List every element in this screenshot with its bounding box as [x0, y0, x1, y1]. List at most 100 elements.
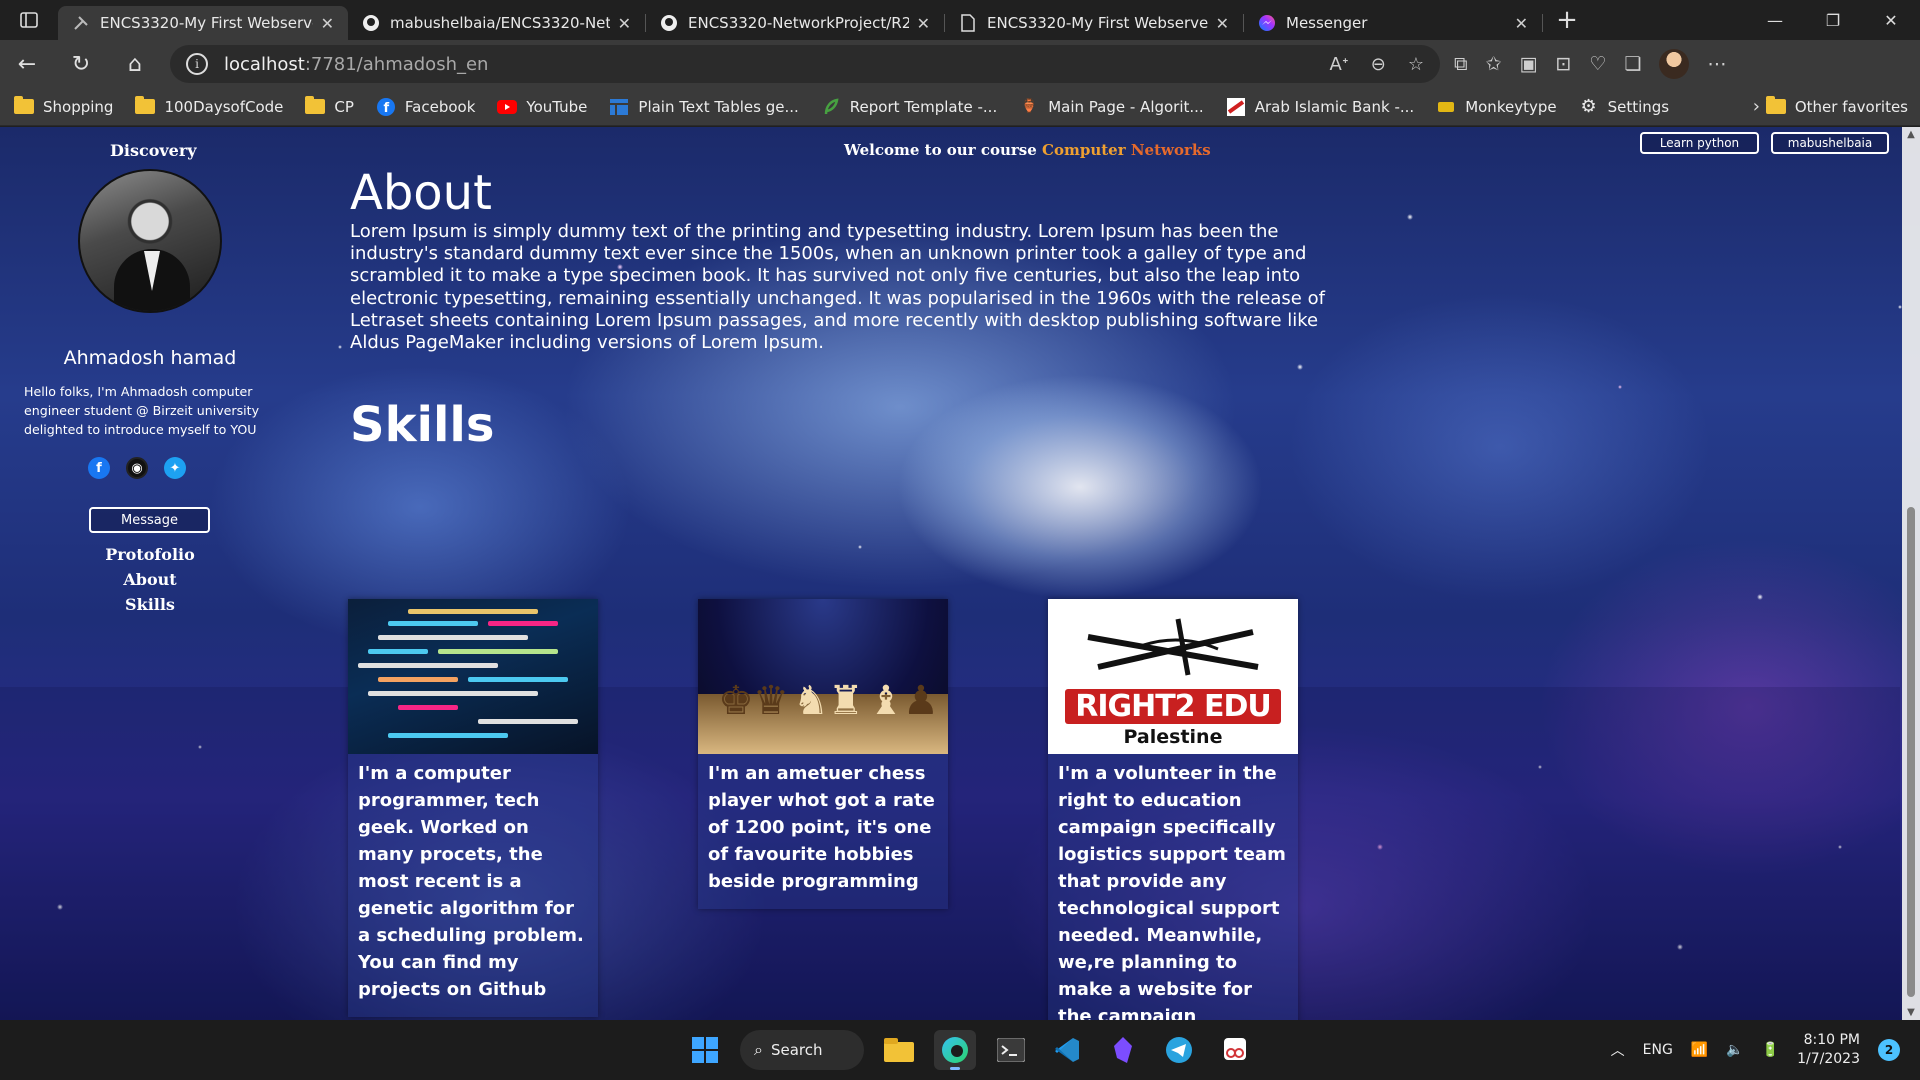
workspaces-icon[interactable]: ❏: [1624, 53, 1641, 75]
home-icon[interactable]: ⌂: [108, 40, 162, 88]
scroll-up-icon[interactable]: ▲: [1902, 129, 1920, 140]
about-heading: About: [350, 165, 492, 221]
file-explorer-icon[interactable]: [878, 1030, 920, 1070]
close-window-icon[interactable]: ✕: [1862, 0, 1920, 40]
page-icon: [959, 14, 977, 32]
tab-github-repo[interactable]: mabushelbaia/ENCS3320-Netwo ✕: [348, 6, 645, 40]
bookmark-youtube[interactable]: YouTube: [497, 98, 587, 116]
snipping-tool-icon[interactable]: [1214, 1030, 1256, 1070]
new-tab-icon[interactable]: +: [1547, 0, 1587, 40]
zoom-out-icon[interactable]: ⊖: [1371, 54, 1386, 75]
tab-actions-icon[interactable]: [0, 0, 58, 40]
skills-heading: Skills: [350, 397, 495, 453]
skill-card-text: I'm a computer programmer, tech geek. Wo…: [358, 763, 584, 1000]
clock[interactable]: 8:10 PM 1/7/2023: [1797, 1031, 1860, 1069]
bookmark-arab-islamic-bank[interactable]: Arab Islamic Bank -...: [1226, 97, 1415, 116]
address-bar[interactable]: i localhost :7781/ahmadosh_en Aᐩ ⊖ ☆: [170, 45, 1440, 83]
vscode-icon[interactable]: [1046, 1030, 1088, 1070]
bookmark-100daysofcode[interactable]: 100DaysofCode: [135, 96, 284, 116]
extensions-icon[interactable]: ⧉: [1454, 53, 1468, 75]
bookmark-algorithmica[interactable]: 🏺 Main Page - Algorit...: [1019, 98, 1204, 116]
collections-icon[interactable]: ▣: [1520, 53, 1538, 75]
clock-date: 1/7/2023: [1797, 1051, 1860, 1067]
browser-tab-bar: ENCS3320-My First Webserver ✕ mabushelba…: [0, 0, 1920, 40]
mabushelbaia-button[interactable]: mabushelbaia: [1771, 132, 1889, 154]
read-aloud-icon[interactable]: Aᐩ: [1329, 54, 1348, 75]
bookmark-label: Plain Text Tables ge...: [638, 97, 799, 116]
profile-name: Ahmadosh hamad: [63, 347, 237, 369]
nav-item-protofolio[interactable]: Protofolio: [0, 542, 300, 567]
favorites-icon[interactable]: ✩: [1486, 53, 1502, 75]
facebook-icon[interactable]: f: [88, 457, 110, 479]
other-favorites[interactable]: Other favorites: [1765, 96, 1908, 116]
message-button[interactable]: Message: [89, 507, 210, 533]
terminal-icon[interactable]: [990, 1030, 1032, 1070]
tab-webserver-2[interactable]: ENCS3320-My First Webserver ✕: [945, 6, 1243, 40]
bookmark-cp[interactable]: CP: [305, 96, 354, 116]
close-icon[interactable]: ✕: [618, 14, 631, 33]
search-label: Search: [770, 1041, 823, 1059]
course-name-part2: Networks: [1130, 141, 1211, 159]
bookmark-monkeytype[interactable]: Monkeytype: [1436, 97, 1557, 116]
tab-webserver-active[interactable]: ENCS3320-My First Webserver ✕: [58, 6, 348, 40]
restore-icon[interactable]: ❐: [1804, 0, 1862, 40]
tab-messenger[interactable]: Messenger ✕: [1244, 6, 1542, 40]
tab-title: ENCS3320-My First Webserver: [100, 14, 313, 32]
tab-title: ENCS3320-NetworkProject/R2E.j: [688, 14, 909, 32]
wifi-icon[interactable]: 📶: [1691, 1042, 1708, 1058]
skill-card-volunteer: RIGHT2 EDU Palestine I'm a volunteer in …: [1048, 599, 1298, 1020]
browser-essentials-icon[interactable]: ♡: [1589, 53, 1606, 75]
chevron-right-icon[interactable]: ›: [1753, 96, 1760, 117]
windows-start-icon[interactable]: [684, 1030, 726, 1070]
bookmark-label: Arab Islamic Bank -...: [1254, 97, 1415, 116]
bookmark-plain-text-tables[interactable]: Plain Text Tables ge...: [609, 97, 799, 116]
screenshot-icon[interactable]: ⊡: [1555, 53, 1571, 75]
close-icon[interactable]: ✕: [1216, 14, 1229, 33]
bookmark-facebook[interactable]: f Facebook: [376, 97, 475, 116]
sidebar-nav: Protofolio About Skills: [0, 542, 300, 617]
logo-bottom-text: Palestine: [1123, 726, 1223, 748]
more-options-icon[interactable]: ⋯: [1707, 53, 1726, 75]
bookmark-label: Settings: [1607, 97, 1670, 116]
chevron-up-icon[interactable]: ︿: [1611, 1040, 1625, 1060]
add-favorite-icon[interactable]: ☆: [1408, 54, 1424, 75]
telegram-icon[interactable]: [1158, 1030, 1200, 1070]
chess-board-image: ♚ ♛ ♞ ♜ ♝ ♟: [698, 599, 948, 754]
battery-icon[interactable]: 🔋: [1762, 1042, 1779, 1058]
profile-avatar[interactable]: [1659, 49, 1690, 79]
back-icon[interactable]: ←: [0, 40, 54, 88]
refresh-icon[interactable]: ↻: [54, 40, 108, 88]
background-band: [0, 687, 1900, 1020]
obsidian-icon[interactable]: [1102, 1030, 1144, 1070]
bookmark-label: 100DaysofCode: [164, 97, 284, 116]
tab-github-file[interactable]: ENCS3320-NetworkProject/R2E.j ✕: [646, 6, 944, 40]
bookmark-shopping[interactable]: Shopping: [14, 96, 113, 116]
close-icon[interactable]: ✕: [917, 14, 930, 33]
bookmark-label: Monkeytype: [1465, 97, 1557, 116]
brand-title[interactable]: Discovery: [110, 141, 197, 160]
nav-item-about[interactable]: About: [0, 567, 300, 592]
learn-python-button[interactable]: Learn python: [1640, 132, 1759, 154]
page-scrollbar[interactable]: ▲ ▼: [1902, 127, 1920, 1020]
system-tray: ︿ ENG 📶 🔈 🔋 8:10 PM 1/7/2023 2: [1611, 1020, 1900, 1080]
bookmark-label: Main Page - Algorit...: [1048, 97, 1204, 116]
minimize-icon[interactable]: —: [1746, 0, 1804, 40]
site-info-icon[interactable]: i: [186, 53, 208, 75]
twitter-icon[interactable]: ✦: [164, 457, 186, 479]
bookmark-report-template[interactable]: Report Template -...: [821, 98, 997, 116]
scrollbar-thumb[interactable]: [1907, 507, 1915, 997]
close-icon[interactable]: ✕: [1515, 14, 1528, 33]
close-icon[interactable]: ✕: [321, 14, 334, 33]
volume-icon[interactable]: 🔈: [1726, 1042, 1743, 1058]
nav-item-skills[interactable]: Skills: [0, 592, 300, 617]
language-indicator[interactable]: ENG: [1643, 1042, 1673, 1058]
github-icon[interactable]: ◉: [126, 457, 148, 479]
taskbar-search[interactable]: ⌕ Search: [740, 1030, 864, 1070]
scroll-down-icon[interactable]: ▼: [1902, 1007, 1920, 1018]
bookmark-settings[interactable]: ⚙ Settings: [1579, 96, 1670, 117]
folder-icon: [1765, 96, 1786, 114]
page-viewport: Discovery Ahmadosh hamad Hello folks, I'…: [0, 127, 1920, 1020]
notification-badge[interactable]: 2: [1878, 1039, 1900, 1061]
url-path: :7781/ahmadosh_en: [304, 53, 489, 75]
edge-browser-icon[interactable]: [934, 1030, 976, 1070]
